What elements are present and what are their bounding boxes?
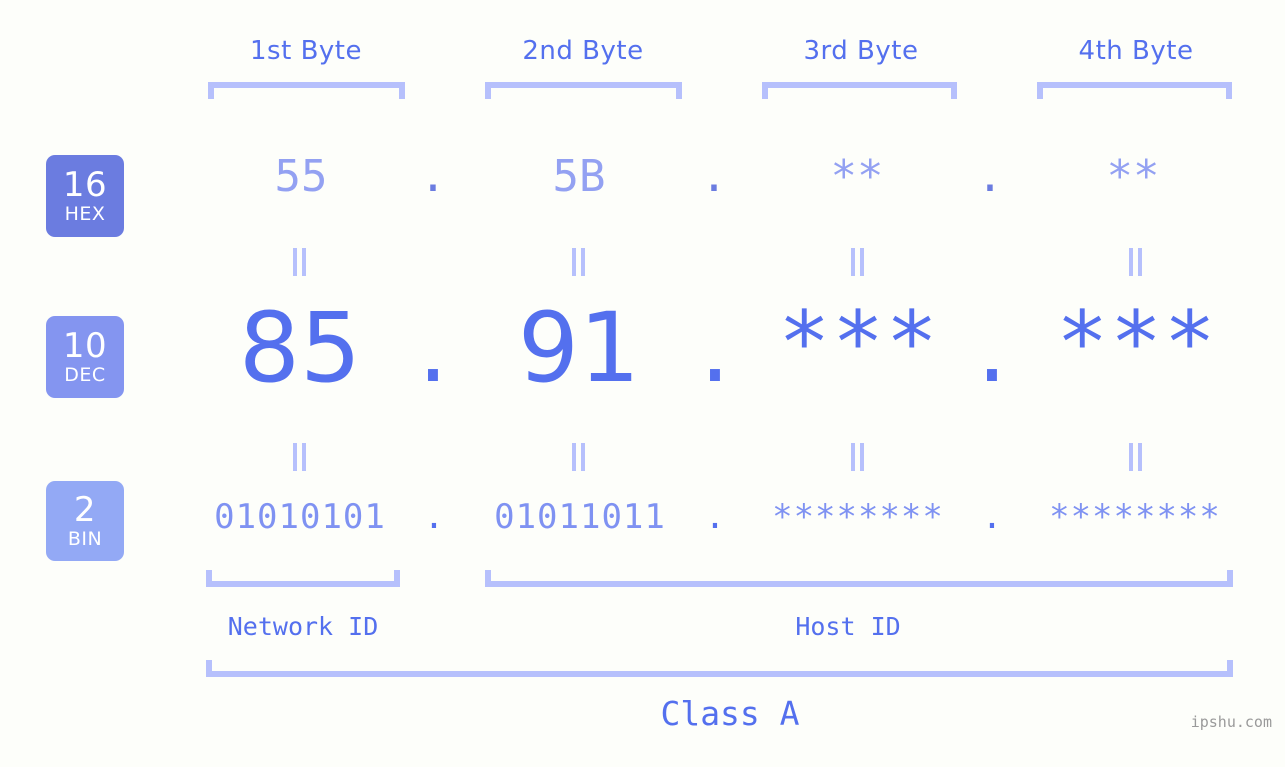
equals-sign-dec-bin-1 bbox=[293, 443, 307, 471]
base-badge-bin-name: BIN bbox=[67, 528, 103, 550]
byte-header-4: 4th Byte bbox=[1078, 36, 1194, 66]
host-id-bracket bbox=[485, 570, 1233, 587]
dec-separator-2: . bbox=[699, 292, 731, 404]
equals-sign-hex-dec-3 bbox=[851, 248, 865, 276]
hex-byte-2: 5B bbox=[552, 151, 606, 202]
ip-address-breakdown-diagram: 1st Byte 2nd Byte 3rd Byte 4th Byte 16 H… bbox=[0, 0, 1285, 767]
base-badge-dec-name: DEC bbox=[64, 364, 106, 386]
watermark: ipshu.com bbox=[1190, 713, 1272, 731]
byte-header-3: 3rd Byte bbox=[803, 36, 919, 66]
bin-separator-2: . bbox=[704, 497, 726, 537]
bin-separator-3: . bbox=[981, 497, 1003, 537]
byte-bracket-top-1 bbox=[208, 82, 405, 99]
dec-byte-1: 85 bbox=[238, 292, 362, 404]
dec-separator-3: . bbox=[976, 292, 1008, 404]
bin-byte-4: ******** bbox=[1049, 497, 1221, 537]
bin-byte-2: 01011011 bbox=[494, 497, 666, 537]
base-badge-hex: 16 HEX bbox=[46, 155, 124, 237]
hex-separator-2: . bbox=[700, 151, 728, 202]
byte-bracket-top-2 bbox=[485, 82, 682, 99]
equals-sign-hex-dec-1 bbox=[293, 248, 307, 276]
hex-byte-1: 55 bbox=[274, 151, 328, 202]
equals-sign-hex-dec-4 bbox=[1129, 248, 1143, 276]
class-label: Class A bbox=[660, 694, 800, 733]
network-id-bracket bbox=[206, 570, 400, 587]
byte-bracket-top-3 bbox=[762, 82, 957, 99]
network-id-label: Network ID bbox=[227, 612, 379, 641]
base-badge-bin-number: 2 bbox=[73, 490, 97, 530]
byte-header-1: 1st Byte bbox=[250, 36, 362, 66]
bin-byte-1: 01010101 bbox=[214, 497, 386, 537]
dec-separator-1: . bbox=[417, 292, 449, 404]
host-id-label: Host ID bbox=[795, 612, 901, 641]
base-badge-hex-number: 16 bbox=[62, 165, 108, 205]
equals-sign-dec-bin-2 bbox=[572, 443, 586, 471]
base-badge-dec: 10 DEC bbox=[46, 316, 124, 398]
hex-byte-4: ** bbox=[1106, 151, 1160, 202]
base-badge-bin: 2 BIN bbox=[46, 481, 124, 561]
hex-separator-1: . bbox=[419, 151, 447, 202]
hex-byte-3: ** bbox=[830, 151, 884, 202]
bin-separator-1: . bbox=[423, 497, 445, 537]
base-badge-dec-number: 10 bbox=[62, 326, 108, 366]
dec-byte-2: 91 bbox=[517, 292, 641, 404]
equals-sign-hex-dec-2 bbox=[572, 248, 586, 276]
hex-separator-3: . bbox=[976, 151, 1004, 202]
class-bracket bbox=[206, 660, 1233, 677]
bin-byte-3: ******** bbox=[772, 497, 944, 537]
byte-bracket-top-4 bbox=[1037, 82, 1232, 99]
byte-header-2: 2nd Byte bbox=[522, 36, 644, 66]
equals-sign-dec-bin-4 bbox=[1129, 443, 1143, 471]
dec-byte-4: *** bbox=[1056, 293, 1218, 393]
dec-byte-3: *** bbox=[778, 293, 940, 393]
equals-sign-dec-bin-3 bbox=[851, 443, 865, 471]
base-badge-hex-name: HEX bbox=[64, 203, 106, 225]
